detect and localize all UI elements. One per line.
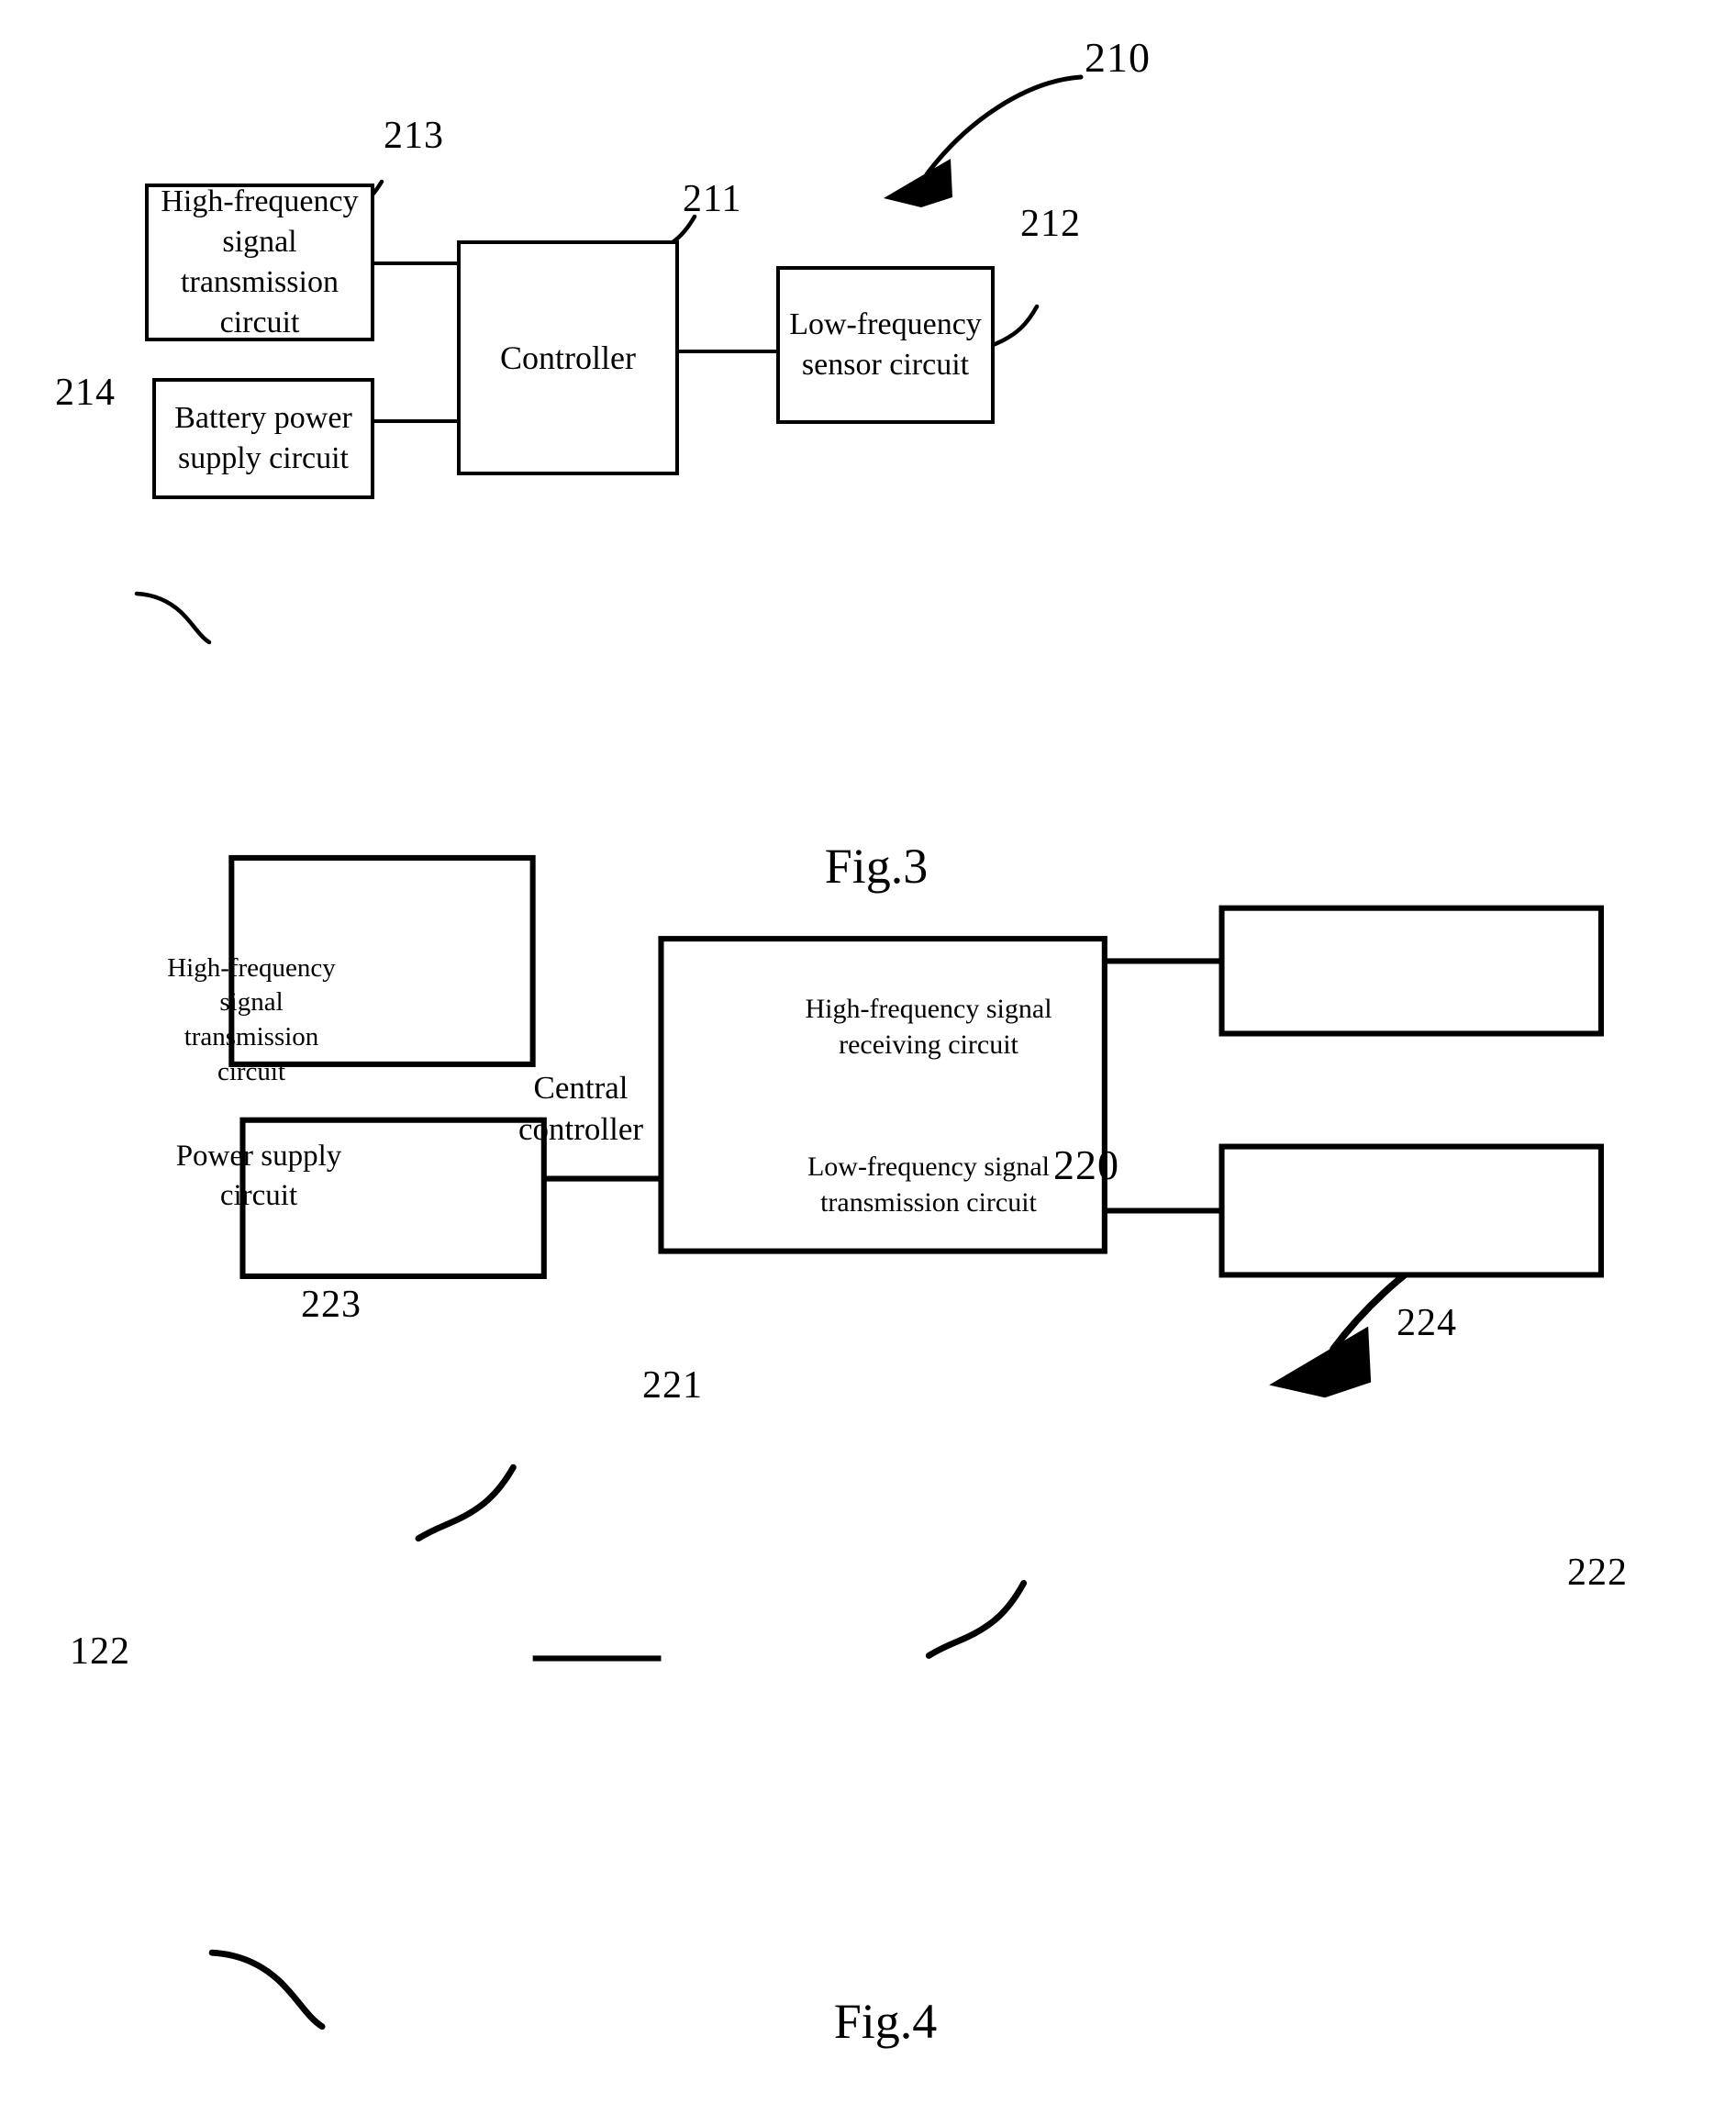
fig4-ref-222: 222 xyxy=(1567,1552,1628,1594)
fig4-box-central-controller xyxy=(658,936,1107,1254)
fig4-ref-122: 122 xyxy=(70,1630,130,1673)
fig4-system-arrow-head xyxy=(1269,1326,1372,1398)
fig3-caption: Fig.3 xyxy=(824,839,929,894)
fig4-group xyxy=(208,854,1604,2031)
fig4-box-hf-transmission xyxy=(228,854,536,1067)
fig4-box-power-supply xyxy=(239,1117,547,1280)
fig4-ref-221: 221 xyxy=(642,1364,703,1407)
fig4-caption: Fig.4 xyxy=(833,1994,938,2049)
fig4-ref-223: 223 xyxy=(301,1284,362,1326)
fig4-box-hf-receiving xyxy=(1219,905,1604,1037)
fig4-leader-221 xyxy=(925,1579,1028,1659)
fig3-box-lf-sensor xyxy=(776,266,995,424)
figure-canvas xyxy=(134,74,1604,2031)
fig3-ref-214: 214 xyxy=(55,372,116,414)
fig3-box-controller xyxy=(457,240,679,475)
fig3-ref-212: 212 xyxy=(1020,203,1081,245)
fig4-ref-224: 224 xyxy=(1397,1302,1457,1344)
fig3-ref-211: 211 xyxy=(683,178,742,220)
fig4-box-lf-transmission xyxy=(1219,1143,1604,1278)
fig3-group xyxy=(134,74,1084,645)
fig4-leader-223 xyxy=(415,1463,517,1542)
patent-drawing-sheet: 210 213 211 212 214 High-frequency signa… xyxy=(0,0,1736,2103)
fig3-box-battery-power xyxy=(152,378,374,499)
fig3-ref-213: 213 xyxy=(384,115,444,157)
fig3-leader-214 xyxy=(134,591,212,645)
fig4-leader-122 xyxy=(208,1949,326,2031)
fig3-system-arrow-head xyxy=(884,159,952,207)
fig4-ref-220: 220 xyxy=(1053,1141,1119,1188)
fig3-ref-210: 210 xyxy=(1085,34,1151,81)
fig3-box-hf-transmission xyxy=(145,184,374,341)
